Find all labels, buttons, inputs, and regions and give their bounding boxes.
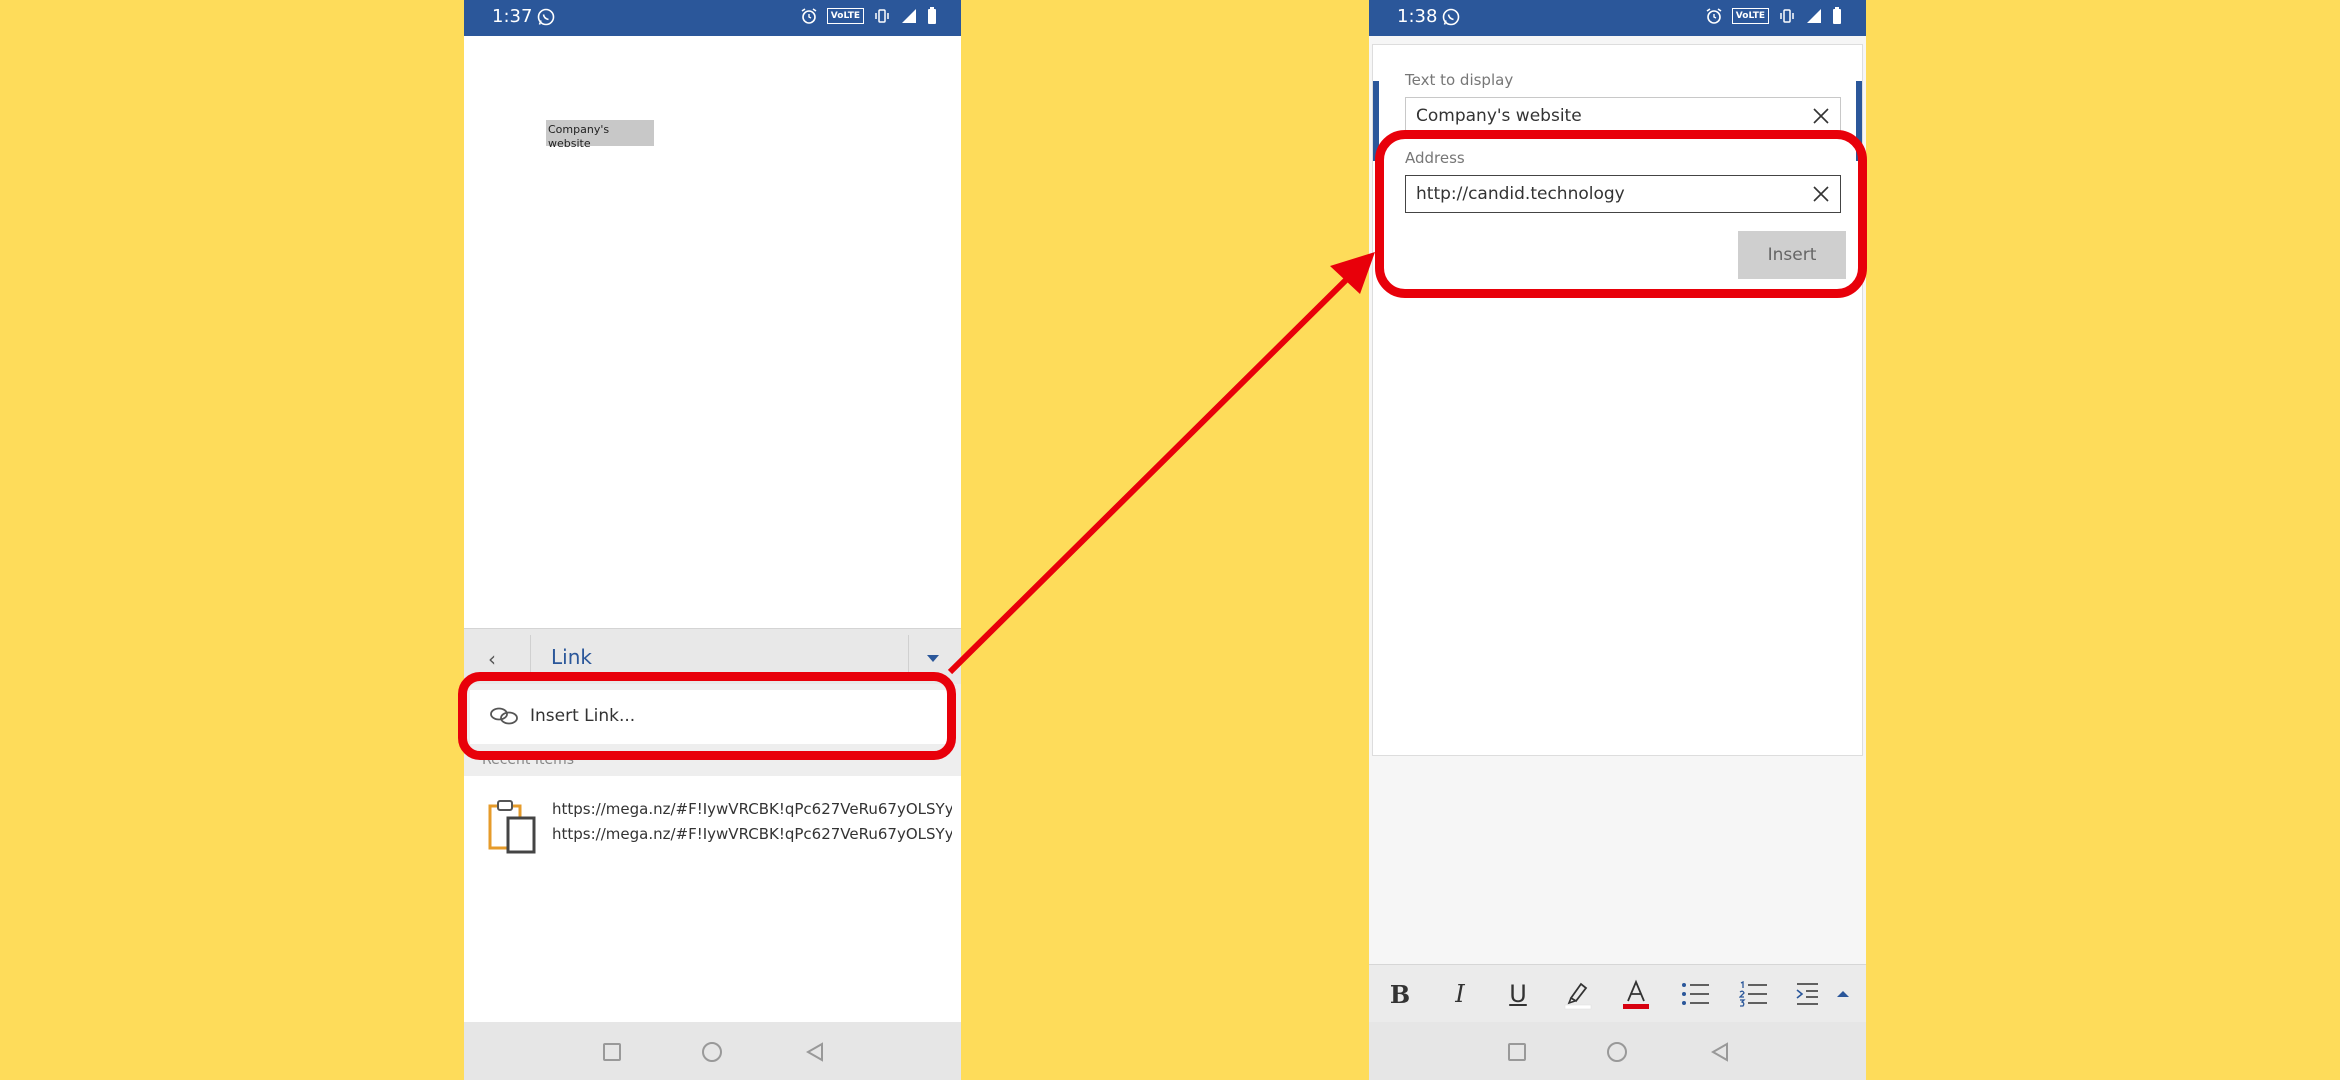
- address-label: Address: [1405, 149, 1465, 167]
- nav-recents-icon[interactable]: [603, 1043, 621, 1061]
- nav-back-icon[interactable]: [1709, 1041, 1731, 1063]
- divider: [908, 635, 909, 679]
- insert-button[interactable]: Insert: [1738, 231, 1846, 279]
- insert-link-button[interactable]: Insert Link...: [470, 690, 954, 744]
- ribbon-title: Link: [551, 645, 592, 669]
- annotation-arrow: [947, 252, 1375, 675]
- status-bar: 1:37 VoLTE: [464, 0, 961, 36]
- text-to-display-field[interactable]: [1405, 97, 1841, 135]
- numbering-icon[interactable]: [1737, 977, 1771, 1011]
- divider: [530, 635, 531, 679]
- status-bar: 1:38 VoLTE: [1369, 0, 1866, 36]
- alarm-icon: [801, 8, 817, 24]
- bullets-icon[interactable]: [1679, 977, 1713, 1011]
- insert-link-dialog: Text to display Address Insert: [1372, 44, 1863, 756]
- indent-icon[interactable]: [1793, 977, 1823, 1011]
- status-time: 1:38: [1397, 6, 1438, 27]
- dialog-edge: [1373, 81, 1379, 161]
- battery-icon: [928, 7, 936, 24]
- clear-icon[interactable]: [1812, 185, 1830, 203]
- battery-icon: [1833, 7, 1841, 24]
- clear-icon[interactable]: [1812, 107, 1830, 125]
- format-toolbar: B I U: [1369, 964, 1866, 1022]
- highlighter-icon[interactable]: [1561, 977, 1595, 1011]
- address-input[interactable]: [1416, 176, 1796, 212]
- italic-button[interactable]: I: [1445, 977, 1475, 1011]
- recent-item-line: https://mega.nz/#F!IywVRCBK!qPc627VeRu67…: [552, 825, 952, 843]
- clipboard-icon: [488, 800, 536, 854]
- nav-home-icon[interactable]: [1607, 1042, 1627, 1062]
- document-canvas[interactable]: Company's website: [464, 36, 961, 628]
- underline-button[interactable]: U: [1503, 977, 1533, 1011]
- chevron-up-icon[interactable]: [1831, 977, 1855, 1011]
- phone-left: 1:37 VoLTE Company's website ‹ Link Inse…: [464, 0, 961, 1080]
- system-nav-bar: [464, 1022, 961, 1080]
- bold-button[interactable]: B: [1385, 977, 1415, 1011]
- vibrate-icon: [1780, 9, 1794, 23]
- signal-icon: [1807, 9, 1821, 23]
- selected-text[interactable]: Company's website: [546, 120, 654, 150]
- back-chevron-icon[interactable]: ‹: [488, 647, 496, 671]
- text-to-display-label: Text to display: [1405, 71, 1514, 89]
- nav-recents-icon[interactable]: [1508, 1043, 1526, 1061]
- font-color-icon[interactable]: [1619, 977, 1653, 1011]
- link-icon: [490, 707, 518, 725]
- volte-badge: VoLTE: [1731, 8, 1769, 24]
- recent-items-header: Recent Items: [482, 752, 574, 768]
- nav-back-icon[interactable]: [804, 1041, 826, 1063]
- dialog-edge: [1856, 81, 1862, 161]
- recent-item-line: https://mega.nz/#F!IywVRCBK!qPc627VeRu67…: [552, 800, 952, 818]
- whatsapp-icon: [1442, 8, 1460, 26]
- alarm-icon: [1706, 8, 1722, 24]
- nav-home-icon[interactable]: [702, 1042, 722, 1062]
- text-to-display-input[interactable]: [1416, 98, 1796, 134]
- volte-badge: VoLTE: [826, 8, 864, 24]
- ribbon-header: ‹ Link: [464, 628, 961, 684]
- chevron-down-icon[interactable]: [927, 655, 939, 662]
- vibrate-icon: [875, 9, 889, 23]
- status-time: 1:37: [492, 6, 533, 27]
- list-item[interactable]: https://mega.nz/#F!IywVRCBK!qPc627VeRu67…: [464, 790, 961, 860]
- whatsapp-icon: [537, 8, 555, 26]
- phone-right: 1:38 VoLTE Text to display Address Inser…: [1369, 0, 1866, 1080]
- system-nav-bar: [1369, 1022, 1866, 1080]
- address-field[interactable]: [1405, 175, 1841, 213]
- signal-icon: [902, 9, 916, 23]
- insert-link-label: Insert Link...: [530, 706, 636, 726]
